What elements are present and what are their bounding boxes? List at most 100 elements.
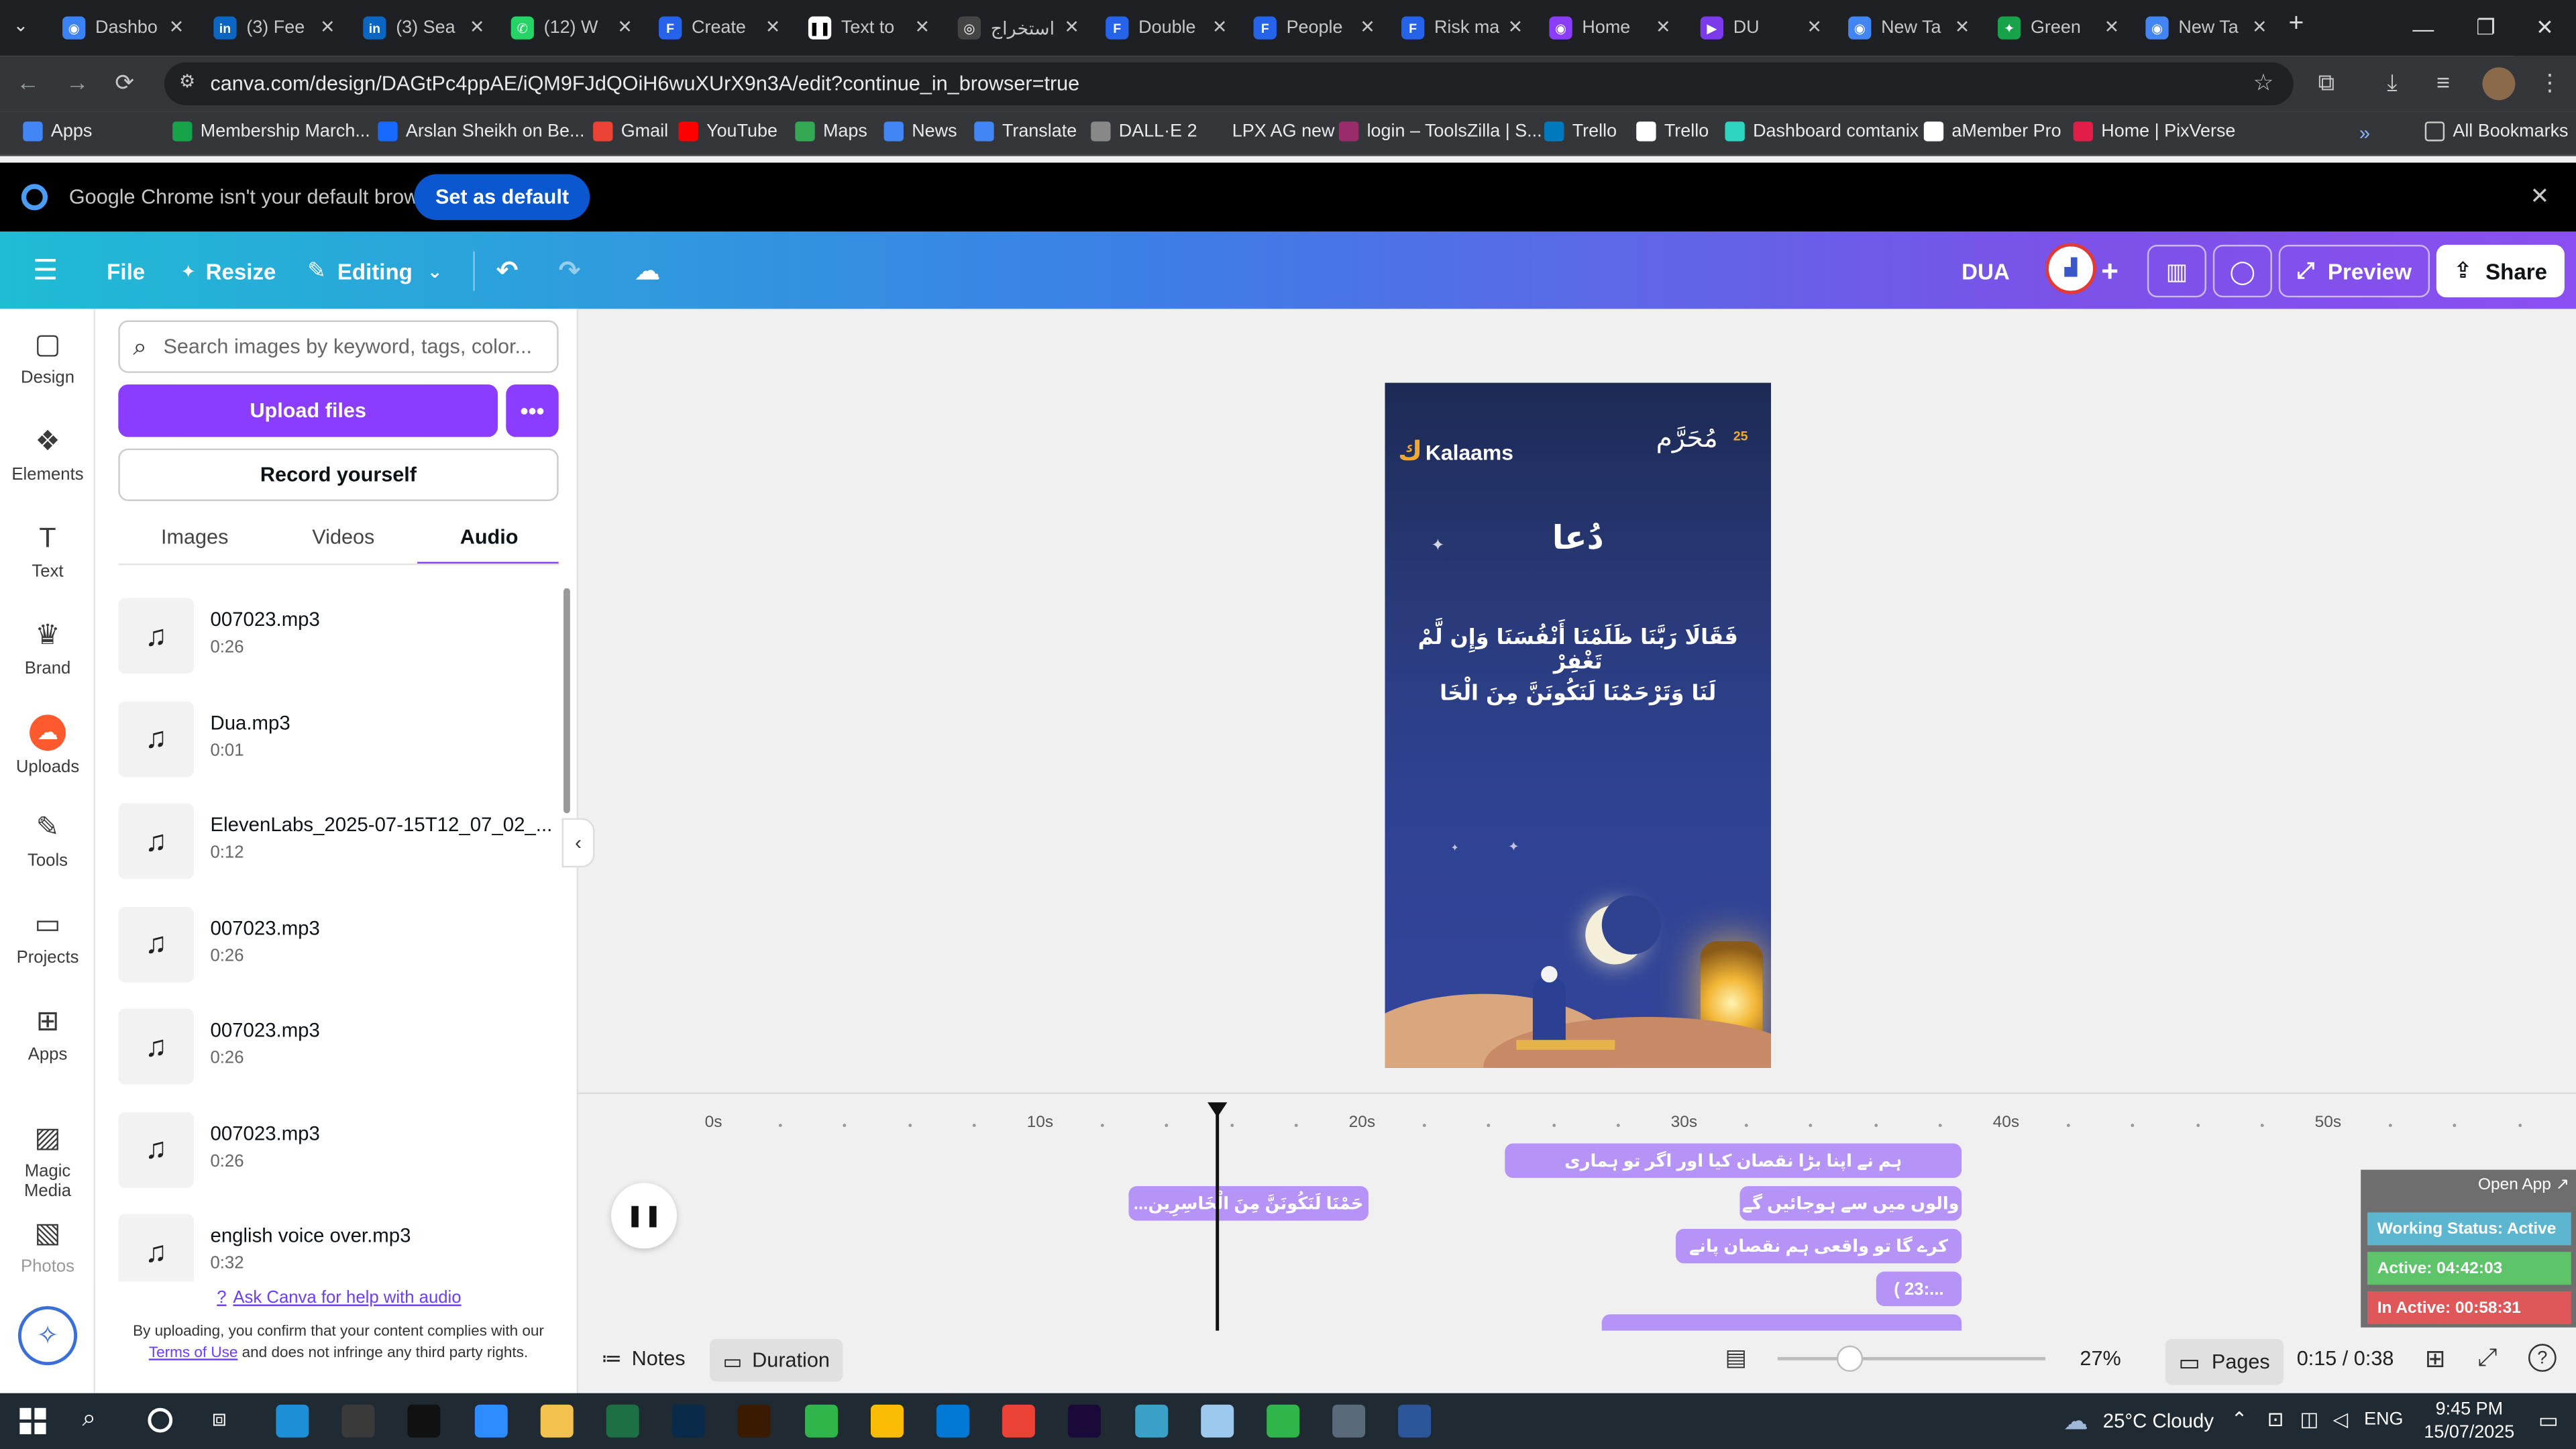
excel-icon[interactable] (606, 1404, 639, 1438)
more-bookmarks-icon[interactable]: » (2359, 121, 2370, 144)
audio-list-item[interactable]: ♫ 007023.mp3 0:26 (118, 1111, 561, 1187)
forward-icon[interactable]: → (66, 69, 89, 95)
rail-item-projects[interactable]: ▭ Projects (0, 908, 95, 967)
zoom-slider[interactable] (1777, 1356, 2046, 1360)
more-options-icon[interactable]: ••• (506, 384, 559, 437)
caption-clip[interactable]: ہم نے اپنا بڑا نقصان کیا اور اگر تو ہمار… (1505, 1143, 1962, 1178)
downloads-icon[interactable]: ⤓ (2387, 69, 2397, 97)
audio-list-item[interactable]: ♫ english voice over.mp3 0:32 (118, 1214, 561, 1290)
close-tab-icon[interactable]: ✕ (1807, 16, 1822, 38)
record-yourself-button[interactable]: Record yourself (118, 448, 559, 501)
undo-icon[interactable]: ↶ (496, 248, 519, 294)
terms-of-use-link[interactable]: Terms of Use (149, 1343, 238, 1359)
file-menu[interactable]: File (107, 248, 145, 294)
share-button[interactable]: ⇪ Share (2436, 244, 2565, 298)
photoshop-icon[interactable] (672, 1404, 706, 1438)
audio-list-item[interactable]: ♫ 007023.mp3 0:26 (118, 906, 561, 982)
bookmark-item[interactable]: LPX AG new (1204, 121, 1335, 142)
cloud-saved-icon[interactable]: ☁ (634, 248, 660, 294)
notes-button[interactable]: ≔ Notes (601, 1346, 685, 1371)
help-icon[interactable]: ? (2528, 1344, 2557, 1372)
bookmark-item[interactable]: Membership March... (172, 121, 370, 142)
upload-files-button[interactable]: Upload files (118, 384, 498, 437)
file-explorer-icon[interactable] (540, 1404, 574, 1438)
weather-text[interactable]: 25°C Cloudy (2103, 1409, 2214, 1432)
illustrator-icon[interactable] (738, 1404, 771, 1438)
browser-tab[interactable]: F Create ✕ (645, 8, 790, 48)
main-menu-icon[interactable]: ☰ (33, 248, 58, 294)
browser-tab[interactable]: ◉ New Ta ✕ (1835, 8, 1980, 48)
audio-list-item[interactable]: ♫ 007023.mp3 0:26 (118, 1008, 561, 1085)
bookmark-item[interactable]: Maps (795, 121, 867, 142)
chrome-active-icon[interactable] (1002, 1404, 1036, 1438)
browser-tab[interactable]: in (3) Fee ✕ (201, 8, 345, 48)
phone-link-icon[interactable] (804, 1404, 837, 1438)
close-tab-icon[interactable]: ✕ (2252, 16, 2267, 38)
close-tab-icon[interactable]: ✕ (1360, 16, 1375, 38)
search-input[interactable]: ⌕ Search images by keyword, tags, color.… (118, 320, 559, 373)
notifications-icon[interactable]: ▭ (2538, 1408, 2559, 1434)
close-tab-icon[interactable]: ✕ (1508, 16, 1523, 38)
close-tab-icon[interactable]: ✕ (169, 16, 184, 38)
rail-item-text[interactable]: T Text (0, 523, 95, 582)
tab-search-icon[interactable]: ⌄ (13, 15, 29, 36)
tray-chevron-icon[interactable]: ⌃ (2231, 1408, 2248, 1431)
bookmark-item[interactable]: Arslan Sheikh on Be... (378, 121, 584, 142)
vscode-icon[interactable] (936, 1404, 969, 1438)
rail-item-photos[interactable]: ▧ Photos (0, 1218, 95, 1277)
rail-item-magic-media[interactable]: ▨ Magic Media (0, 1122, 95, 1201)
timeline[interactable]: 0s 10s 20s 30s 40s 50s ❚❚ ...حَمْنَا لَنَكُون… (578, 1092, 2576, 1331)
zoom-level[interactable]: 27% (2080, 1347, 2121, 1370)
cortana-icon[interactable] (148, 1407, 173, 1433)
set-as-default-button[interactable]: Set as default (414, 174, 590, 221)
caption-clip[interactable]: کرے گا تو واقعی ہم نقصان پانے (1675, 1228, 1962, 1264)
tab-audio[interactable]: Audio (460, 526, 519, 549)
brush-icon[interactable] (341, 1404, 375, 1438)
site-info-icon[interactable]: ⚙ (179, 70, 195, 92)
close-tab-icon[interactable]: ✕ (765, 16, 781, 38)
word-icon[interactable] (1399, 1404, 1432, 1438)
browser-tab[interactable]: ❚❚ Text to ✕ (795, 8, 940, 48)
chrome-icon[interactable] (870, 1404, 904, 1438)
reading-list-icon[interactable]: ≡ (2436, 69, 2450, 95)
clock-time[interactable]: 9:45 PM (2425, 1400, 2514, 1419)
design-title[interactable]: DUA (1962, 248, 2010, 294)
page-thumbnails-icon[interactable]: ▤ (1725, 1344, 1746, 1372)
clock-date[interactable]: 15/07/2025 (2415, 1423, 2524, 1442)
browser-tab[interactable]: ✦ Green ✕ (1984, 8, 2129, 48)
pause-button[interactable]: ❚❚ (611, 1183, 677, 1249)
comments-icon[interactable]: ◯ (2212, 244, 2272, 298)
rail-item-uploads[interactable]: ☁ Uploads (0, 714, 95, 777)
profile-avatar[interactable] (2482, 67, 2516, 101)
taskbar-search-icon[interactable]: ⌕ (82, 1405, 96, 1433)
browser-tab[interactable]: ◉ New Ta ✕ (2133, 8, 2277, 48)
close-window-icon[interactable]: ✕ (2513, 0, 2576, 56)
zoom-icon[interactable] (474, 1404, 507, 1438)
invite-plus-icon[interactable]: + (2101, 248, 2118, 294)
close-tab-icon[interactable]: ✕ (617, 16, 633, 38)
audio-list-item[interactable]: ♫ 007023.mp3 0:26 (118, 598, 561, 674)
ask-canva-help-link[interactable]: ? Ask Canva for help with audio (217, 1288, 461, 1307)
language-indicator[interactable]: ENG (2364, 1409, 2403, 1429)
bookmark-star-icon[interactable]: ☆ (2253, 69, 2274, 97)
task-view-icon[interactable]: ⧈ (212, 1405, 227, 1433)
bookmark-item[interactable]: YouTube (678, 121, 777, 142)
collapse-panel-icon[interactable]: ‹ (561, 818, 595, 868)
bookmark-item[interactable]: aMember Pro (1923, 121, 2061, 142)
close-tab-icon[interactable]: ✕ (1064, 16, 1079, 38)
close-tab-icon[interactable]: ✕ (915, 16, 930, 38)
insights-icon[interactable]: ▥ (2147, 244, 2207, 298)
fullscreen-icon[interactable]: ⤢ (2477, 1344, 2497, 1372)
bookmark-item[interactable]: Apps (23, 121, 92, 142)
browser-tab[interactable]: ▶ DU ✕ (1687, 8, 1832, 48)
calculator-icon[interactable] (1332, 1404, 1366, 1438)
reload-icon[interactable]: ⟳ (115, 69, 134, 97)
close-tab-icon[interactable]: ✕ (1212, 16, 1228, 38)
all-bookmarks[interactable]: All Bookmarks (2424, 121, 2569, 142)
premiere-icon[interactable] (1068, 1404, 1102, 1438)
browser-tab[interactable]: F Risk ma ✕ (1388, 8, 1533, 48)
pages-button[interactable]: ▭ Pages (2165, 1338, 2284, 1385)
playhead[interactable] (1216, 1107, 1220, 1331)
tab-videos[interactable]: Videos (312, 526, 374, 549)
audio-list-item[interactable]: ♫ Dua.mp3 0:01 (118, 700, 561, 777)
